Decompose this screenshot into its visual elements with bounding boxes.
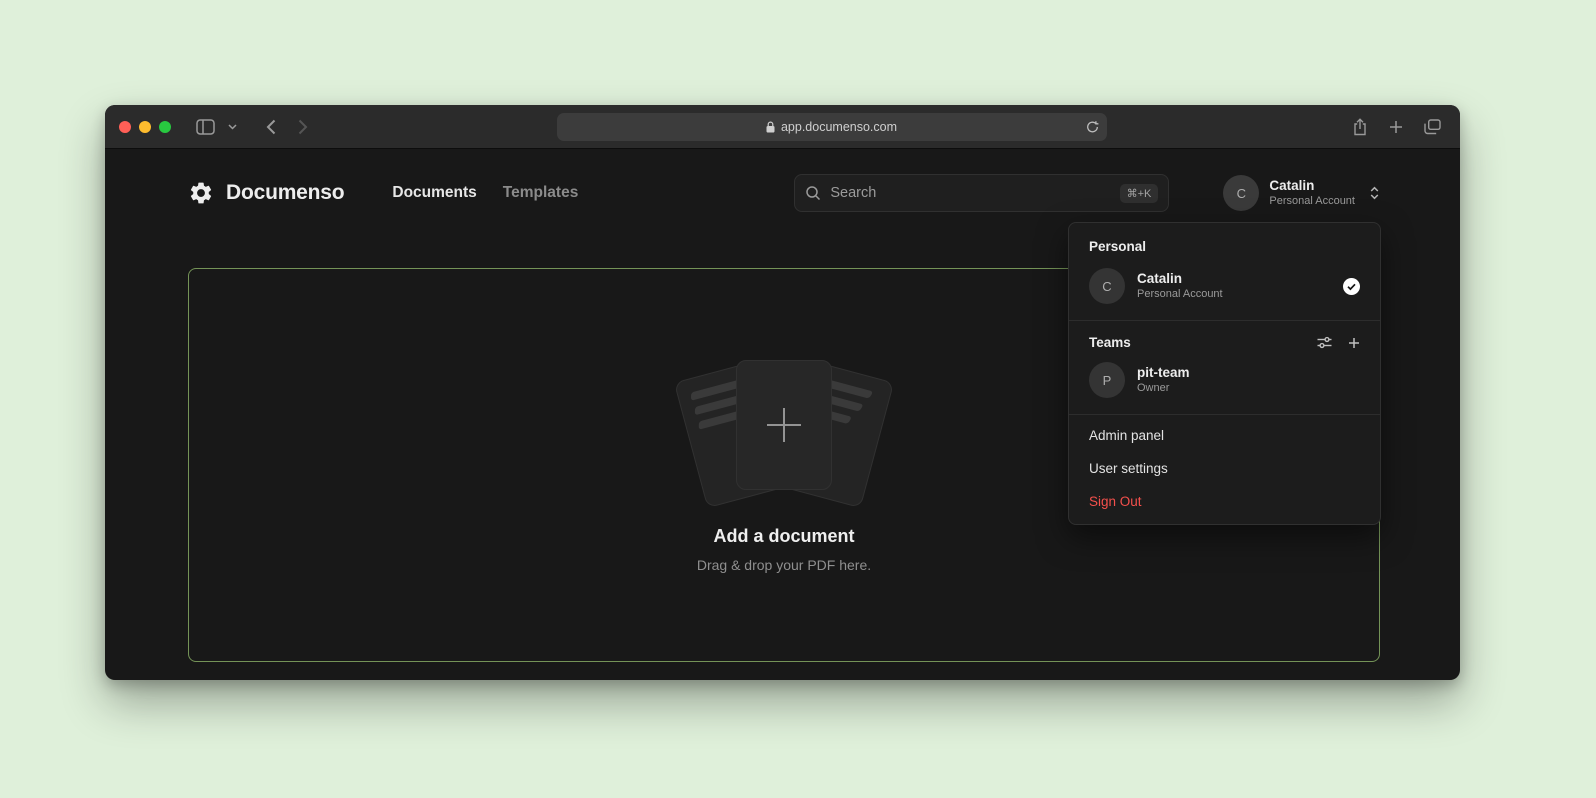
window-controls bbox=[119, 121, 171, 133]
team-avatar: P bbox=[1089, 362, 1125, 398]
avatar: C bbox=[1223, 175, 1259, 211]
personal-section-heading: Personal bbox=[1069, 231, 1380, 262]
team-name: pit-team bbox=[1137, 365, 1190, 382]
forward-button[interactable] bbox=[289, 113, 317, 141]
sidebar-menu-button[interactable] bbox=[223, 113, 241, 141]
documenso-logo-icon bbox=[188, 180, 214, 206]
personal-account-subtitle: Personal Account bbox=[1137, 288, 1223, 302]
sidebar-toggle-button[interactable] bbox=[191, 113, 219, 141]
document-card-center bbox=[736, 360, 832, 490]
search-box[interactable]: ⌘+K bbox=[794, 174, 1169, 212]
share-icon bbox=[1352, 118, 1368, 136]
menu-item-user-settings[interactable]: User settings bbox=[1069, 452, 1380, 485]
url-text: app.documenso.com bbox=[781, 120, 897, 134]
back-chevron-icon bbox=[266, 119, 276, 135]
search-shortcut-badge: ⌘+K bbox=[1120, 184, 1159, 203]
dropzone-title: Add a document bbox=[713, 526, 854, 547]
reload-icon bbox=[1086, 120, 1099, 133]
forward-chevron-icon bbox=[298, 119, 308, 135]
search-input[interactable] bbox=[830, 185, 1110, 201]
tabs-icon bbox=[1424, 119, 1441, 135]
add-document-plus-icon bbox=[767, 408, 801, 442]
team-role: Owner bbox=[1137, 382, 1190, 396]
zoom-window-button[interactable] bbox=[159, 121, 171, 133]
browser-window: app.documenso.com bbox=[105, 105, 1460, 680]
back-button[interactable] bbox=[257, 113, 285, 141]
menu-item-sign-out[interactable]: Sign Out bbox=[1069, 485, 1380, 518]
reload-button[interactable] bbox=[1086, 120, 1099, 133]
plus-icon bbox=[1348, 337, 1360, 349]
account-menu-button[interactable]: C Catalin Personal Account bbox=[1223, 175, 1380, 211]
share-button[interactable] bbox=[1346, 113, 1374, 141]
account-text: Catalin Personal Account bbox=[1269, 178, 1355, 209]
account-name: Catalin bbox=[1269, 178, 1355, 195]
team-item-pit-team[interactable]: P pit-team Owner bbox=[1069, 356, 1380, 410]
selected-check-icon bbox=[1343, 278, 1360, 295]
sliders-icon bbox=[1317, 336, 1332, 349]
menu-divider bbox=[1069, 320, 1380, 321]
new-tab-button[interactable] bbox=[1382, 113, 1410, 141]
teams-section-header: Teams bbox=[1069, 325, 1380, 356]
manage-teams-button[interactable] bbox=[1317, 336, 1332, 349]
chevron-down-icon bbox=[228, 124, 237, 130]
chrome-center: app.documenso.com bbox=[317, 113, 1346, 141]
personal-account-text: Catalin Personal Account bbox=[1137, 271, 1223, 302]
chevron-up-down-icon bbox=[1369, 185, 1380, 201]
account-subtitle: Personal Account bbox=[1269, 195, 1355, 209]
document-stack-illustration bbox=[679, 358, 889, 500]
brand[interactable]: Documenso bbox=[188, 180, 344, 206]
menu-divider bbox=[1069, 414, 1380, 415]
chrome-right-controls bbox=[1346, 113, 1446, 141]
menu-item-admin-panel[interactable]: Admin panel bbox=[1069, 419, 1380, 452]
minimize-window-button[interactable] bbox=[139, 121, 151, 133]
address-bar[interactable]: app.documenso.com bbox=[557, 113, 1107, 141]
sidebar-icon bbox=[196, 119, 215, 135]
tab-overview-button[interactable] bbox=[1418, 113, 1446, 141]
plus-icon bbox=[1389, 120, 1403, 134]
close-window-button[interactable] bbox=[119, 121, 131, 133]
create-team-button[interactable] bbox=[1348, 337, 1360, 349]
main-nav: Documents Templates bbox=[392, 184, 578, 202]
teams-section-heading: Teams bbox=[1089, 335, 1131, 350]
chrome-left-controls bbox=[191, 113, 317, 141]
account-dropdown-menu: Personal C Catalin Personal Account Team… bbox=[1068, 222, 1381, 525]
avatar: C bbox=[1089, 268, 1125, 304]
nav-item-documents[interactable]: Documents bbox=[392, 184, 476, 202]
nav-item-templates[interactable]: Templates bbox=[503, 184, 579, 202]
teams-header-actions bbox=[1317, 336, 1360, 349]
dropzone-subtitle: Drag & drop your PDF here. bbox=[697, 557, 871, 573]
lock-icon bbox=[766, 121, 775, 133]
browser-chrome: app.documenso.com bbox=[105, 105, 1460, 149]
team-text: pit-team Owner bbox=[1137, 365, 1190, 396]
search-icon bbox=[805, 185, 821, 201]
personal-account-name: Catalin bbox=[1137, 271, 1223, 288]
brand-name: Documenso bbox=[226, 181, 344, 205]
personal-account-item[interactable]: C Catalin Personal Account bbox=[1069, 262, 1380, 316]
